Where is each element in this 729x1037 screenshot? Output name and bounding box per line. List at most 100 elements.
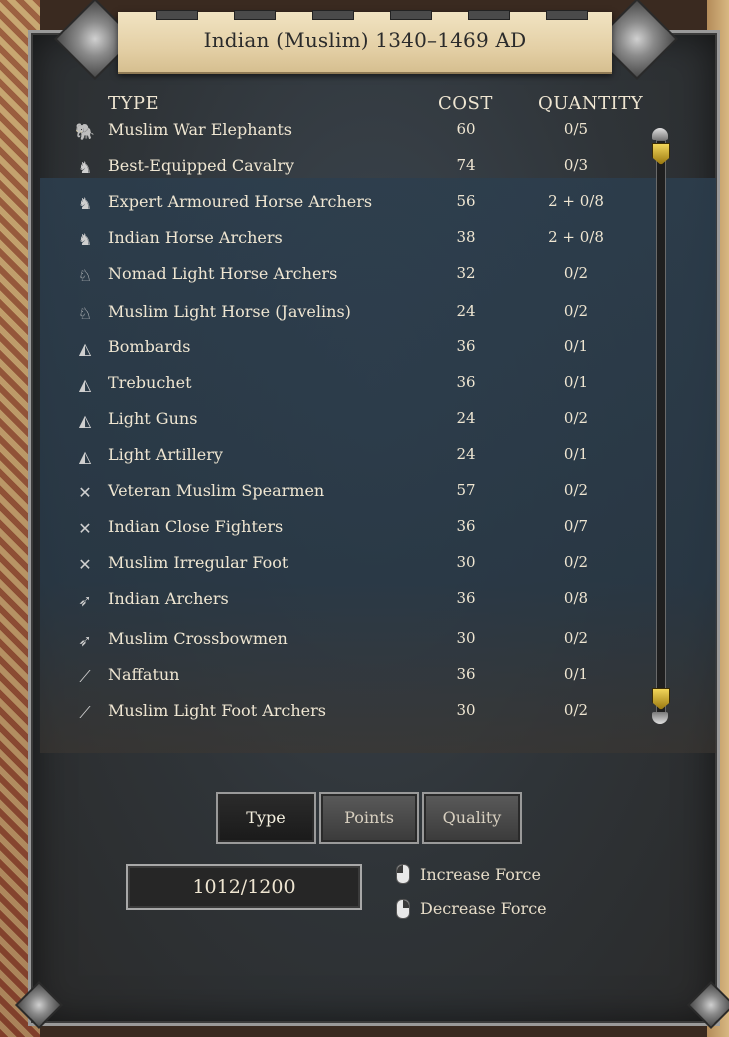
unit-name: Best-Equipped Cavalry [108, 156, 295, 175]
column-header-type: TYPE [108, 93, 160, 114]
unit-name: Indian Close Fighters [108, 517, 284, 536]
banner-tabs [118, 10, 612, 20]
increase-force-hint: Increase Force [420, 865, 541, 884]
unit-cost: 36 [456, 589, 476, 607]
heavy-cavalry-icon: ♞ [77, 158, 93, 177]
unit-name: Trebuchet [108, 373, 192, 392]
light-cavalry-icon: ♘ [77, 304, 93, 323]
unit-name: Muslim War Elephants [108, 120, 293, 139]
column-header-quantity: QUANTITY [538, 93, 644, 114]
light-arrow-icon: ⟋ [79, 703, 91, 722]
unit-name: Indian Horse Archers [108, 228, 283, 247]
unit-cost: 60 [456, 120, 476, 138]
unit-quantity[interactable]: 0/2 [546, 629, 606, 647]
unit-name: Indian Archers [108, 589, 229, 608]
unit-row[interactable]: ♘ Nomad Light Horse Archers 32 0/2 [68, 262, 646, 292]
artillery-icon: ◭ [78, 447, 92, 466]
left-click-mouse-icon [396, 864, 410, 884]
unit-name: Light Guns [108, 409, 198, 428]
crossed-spears-icon: ✕ [78, 555, 92, 574]
unit-name: Expert Armoured Horse Archers [108, 192, 373, 211]
unit-row[interactable]: ⟋ Naffatun 36 0/1 [68, 663, 646, 693]
unit-row[interactable]: ◭ Light Guns 24 0/2 [68, 407, 646, 437]
unit-quantity[interactable]: 0/3 [546, 156, 606, 174]
unit-row[interactable]: ◭ Bombards 36 0/1 [68, 335, 646, 365]
unit-row[interactable]: ✕ Indian Close Fighters 36 0/7 [68, 515, 646, 545]
unit-row[interactable]: ◭ Trebuchet 36 0/1 [68, 371, 646, 401]
page-title: Indian (Muslim) 1340–1469 AD [203, 28, 527, 52]
unit-row[interactable]: ➶ Muslim Crossbowmen 30 0/2 [68, 627, 646, 657]
unit-name: Muslim Light Foot Archers [108, 701, 326, 720]
light-cavalry-icon: ♘ [77, 266, 93, 285]
unit-name: Muslim Irregular Foot [108, 553, 289, 572]
arrows-icon: ➶ [78, 591, 92, 610]
column-header-cost: COST [438, 93, 493, 114]
unit-row[interactable]: ♘ Muslim Light Horse (Javelins) 24 0/2 [68, 300, 646, 330]
crossed-spears-icon: ✕ [78, 483, 92, 502]
unit-cost: 24 [456, 409, 476, 427]
unit-cost: 36 [456, 517, 476, 535]
unit-row[interactable]: ◭ Light Artillery 24 0/1 [68, 443, 646, 473]
unit-name: Muslim Light Horse (Javelins) [108, 302, 351, 321]
unit-name: Muslim Crossbowmen [108, 629, 288, 648]
unit-quantity[interactable]: 0/2 [546, 409, 606, 427]
unit-quantity[interactable]: 0/1 [546, 337, 606, 355]
unit-quantity[interactable]: 0/1 [546, 665, 606, 683]
unit-quantity[interactable]: 0/7 [546, 517, 606, 535]
unit-name: Light Artillery [108, 445, 223, 464]
artillery-icon: ◭ [78, 375, 92, 394]
unit-row[interactable]: ♞ Expert Armoured Horse Archers 56 2 + 0/8 [68, 190, 646, 220]
elephant-icon: 🐘 [75, 122, 95, 141]
unit-quantity[interactable]: 2 + 0/8 [546, 192, 606, 210]
light-arrow-icon: ⟋ [79, 667, 91, 686]
unit-quantity[interactable]: 0/1 [546, 373, 606, 391]
artillery-icon: ◭ [78, 411, 92, 430]
unit-quantity[interactable]: 0/5 [546, 120, 606, 138]
artillery-icon: ◭ [78, 339, 92, 358]
unit-row[interactable]: ♞ Best-Equipped Cavalry 74 0/3 [68, 154, 646, 184]
unit-quantity[interactable]: 0/2 [546, 264, 606, 282]
unit-row[interactable]: ✕ Muslim Irregular Foot 30 0/2 [68, 551, 646, 581]
unit-cost: 57 [456, 481, 476, 499]
unit-row[interactable]: ✕ Veteran Muslim Spearmen 57 0/2 [68, 479, 646, 509]
force-points-display: 1012/1200 [126, 864, 362, 910]
unit-cost: 32 [456, 264, 476, 282]
unit-cost: 24 [456, 302, 476, 320]
unit-cost: 24 [456, 445, 476, 463]
unit-cost: 74 [456, 156, 476, 174]
unit-quantity[interactable]: 0/8 [546, 589, 606, 607]
heavy-cavalry-icon: ♞ [77, 194, 93, 213]
sort-points-button[interactable]: Points [319, 792, 419, 844]
unit-quantity[interactable]: 0/2 [546, 302, 606, 320]
unit-cost: 30 [456, 553, 476, 571]
heavy-cavalry-icon: ♞ [77, 230, 93, 249]
unit-quantity[interactable]: 0/2 [546, 701, 606, 719]
unit-name: Veteran Muslim Spearmen [108, 481, 325, 500]
unit-cost: 36 [456, 373, 476, 391]
unit-row[interactable]: ♞ Indian Horse Archers 38 2 + 0/8 [68, 226, 646, 256]
unit-name: Naffatun [108, 665, 180, 684]
sort-quality-button[interactable]: Quality [422, 792, 522, 844]
unit-quantity[interactable]: 2 + 0/8 [546, 228, 606, 246]
unit-cost: 36 [456, 665, 476, 683]
unit-cost: 30 [456, 629, 476, 647]
decrease-force-hint: Decrease Force [420, 899, 547, 918]
unit-row[interactable]: ➶ Indian Archers 36 0/8 [68, 587, 646, 617]
unit-name: Nomad Light Horse Archers [108, 264, 338, 283]
unit-name: Bombards [108, 337, 191, 356]
scroll-up-arrow[interactable] [652, 128, 668, 140]
unit-quantity[interactable]: 0/1 [546, 445, 606, 463]
arrows-icon: ➶ [78, 631, 92, 650]
unit-row[interactable]: ⟋ Muslim Light Foot Archers 30 0/2 [68, 699, 646, 729]
sort-type-button[interactable]: Type [216, 792, 316, 844]
unit-cost: 30 [456, 701, 476, 719]
crossed-spears-icon: ✕ [78, 519, 92, 538]
unit-cost: 56 [456, 192, 476, 210]
unit-cost: 36 [456, 337, 476, 355]
unit-cost: 38 [456, 228, 476, 246]
right-click-mouse-icon [396, 899, 410, 919]
unit-quantity[interactable]: 0/2 [546, 553, 606, 571]
unit-quantity[interactable]: 0/2 [546, 481, 606, 499]
scrollbar[interactable] [656, 140, 666, 714]
unit-row[interactable]: 🐘 Muslim War Elephants 60 0/5 [68, 118, 646, 148]
